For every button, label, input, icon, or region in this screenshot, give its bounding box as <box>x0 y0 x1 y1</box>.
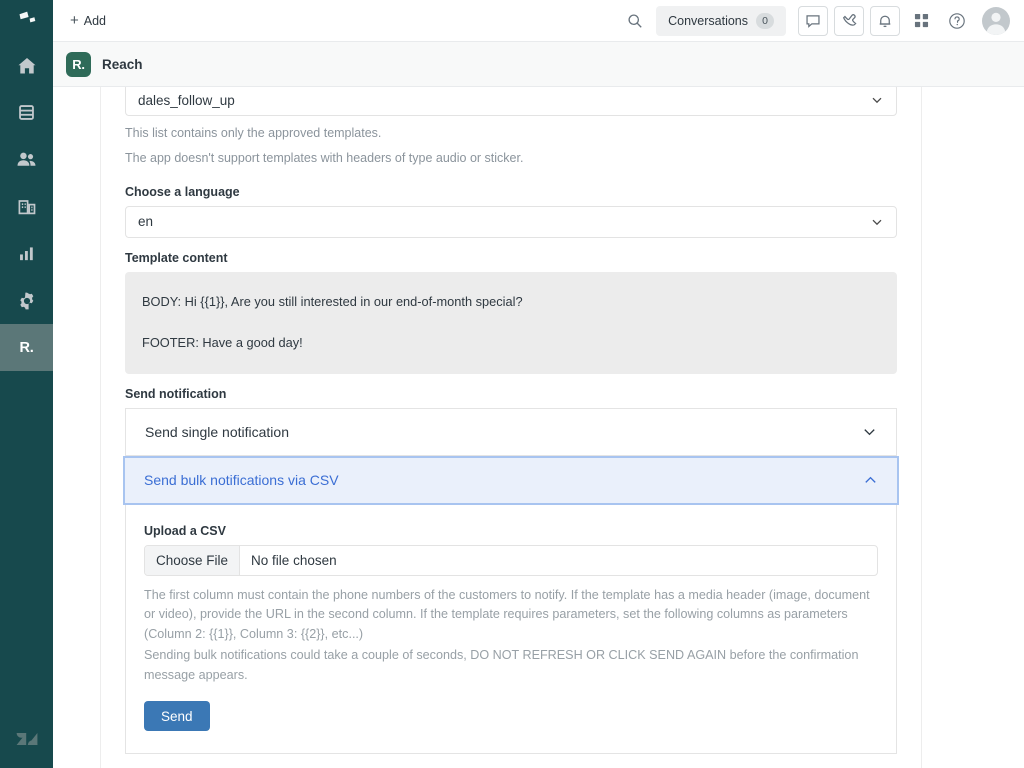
template-body-line: BODY: Hi {{1}}, Are you still interested… <box>142 292 880 311</box>
send-notification-accordion: Send single notification Send bulk notif… <box>125 408 897 755</box>
add-button-label: Add <box>84 14 106 28</box>
conversations-button[interactable]: Conversations 0 <box>656 6 786 36</box>
sidebar-item-reporting[interactable] <box>0 230 53 277</box>
search-icon[interactable] <box>620 6 650 36</box>
template-hint-headers: The app doesn't support templates with h… <box>125 150 897 166</box>
language-label: Choose a language <box>125 185 897 199</box>
template-select[interactable]: dales_follow_up <box>125 87 897 116</box>
top-toolbar: + Add Conversations 0 <box>53 0 1024 42</box>
sidebar-item-organizations[interactable] <box>0 183 53 230</box>
page-title: Reach <box>102 57 143 72</box>
template-select-value: dales_follow_up <box>138 93 235 108</box>
chevron-down-icon <box>870 215 884 229</box>
toolbar-actions: Conversations 0 <box>620 6 1010 36</box>
accordion-single-label: Send single notification <box>145 424 289 440</box>
grid-apps-icon[interactable] <box>906 6 936 36</box>
accordion-header-bulk[interactable]: Send bulk notifications via CSV <box>123 456 899 505</box>
reach-badge-icon: R. <box>19 340 33 356</box>
bar-chart-icon <box>17 244 36 263</box>
reach-form-panel: dales_follow_up This list contains only … <box>100 87 922 768</box>
spacer <box>125 238 897 251</box>
sidebar-item-views[interactable] <box>0 89 53 136</box>
chevron-up-icon <box>862 472 879 489</box>
template-content-label: Template content <box>125 251 897 265</box>
choose-file-button[interactable]: Choose File <box>145 546 240 575</box>
chevron-down-icon <box>870 93 884 107</box>
reach-app-logo: R. <box>66 52 91 77</box>
send-notification-label: Send notification <box>125 387 897 401</box>
bell-icon[interactable] <box>870 6 900 36</box>
building-icon <box>17 197 37 217</box>
user-avatar-icon[interactable] <box>982 7 1010 35</box>
sidebar-item-admin[interactable] <box>0 277 53 324</box>
sidebar-item-customers[interactable] <box>0 136 53 183</box>
conversations-count-badge: 0 <box>756 13 774 29</box>
main-area: + Add Conversations 0 <box>53 0 1024 768</box>
csv-file-input[interactable]: Choose File No file chosen <box>144 545 878 576</box>
app-header: R. Reach <box>53 42 1024 87</box>
app-window: R. + Add <box>0 0 1024 768</box>
chevron-down-icon <box>861 423 878 440</box>
add-button[interactable]: + Add <box>63 9 113 32</box>
zendesk-logo-icon[interactable] <box>0 708 53 768</box>
csv-sending-warning: Sending bulk notifications could take a … <box>144 646 878 685</box>
template-footer-line: FOOTER: Have a good day! <box>142 333 880 352</box>
home-icon <box>17 56 37 76</box>
spacer <box>125 374 897 387</box>
gear-icon <box>17 291 37 311</box>
conversations-label: Conversations <box>668 14 748 28</box>
template-content-preview: BODY: Hi {{1}}, Are you still interested… <box>125 272 897 374</box>
accordion-bulk-label: Send bulk notifications via CSV <box>144 472 339 488</box>
language-select[interactable]: en <box>125 206 897 238</box>
plus-icon: + <box>70 13 79 28</box>
zendesk-product-tray-icon[interactable] <box>0 0 53 42</box>
people-icon <box>16 149 37 170</box>
accordion-body-bulk: Upload a CSV Choose File No file chosen … <box>125 505 897 755</box>
csv-format-help: The first column must contain the phone … <box>144 586 878 645</box>
question-circle-icon[interactable] <box>942 6 972 36</box>
sidebar-item-list: R. <box>0 42 53 371</box>
scroll-content: dales_follow_up This list contains only … <box>53 87 1024 768</box>
send-button[interactable]: Send <box>144 701 210 731</box>
sidebar-item-home[interactable] <box>0 42 53 89</box>
views-stack-icon <box>17 103 36 122</box>
phone-icon[interactable] <box>834 6 864 36</box>
product-sidebar: R. <box>0 0 53 768</box>
spacer <box>125 167 897 185</box>
upload-csv-label: Upload a CSV <box>144 524 878 538</box>
language-select-value: en <box>138 214 153 229</box>
file-status-text: No file chosen <box>240 546 348 575</box>
accordion-header-single[interactable]: Send single notification <box>125 408 897 456</box>
sidebar-item-reach-app[interactable]: R. <box>0 324 53 371</box>
chat-bubble-icon[interactable] <box>798 6 828 36</box>
template-hint-approved: This list contains only the approved tem… <box>125 125 897 141</box>
